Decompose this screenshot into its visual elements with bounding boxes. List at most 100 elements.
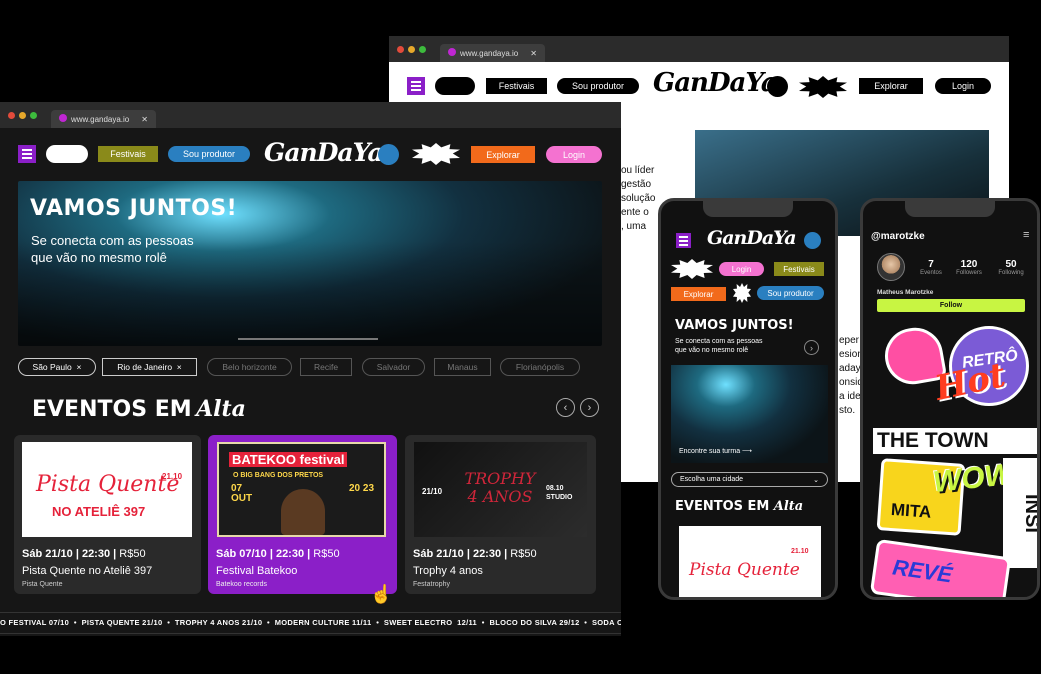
city-chip-florianopolis[interactable]: Florianópolis: [500, 358, 580, 376]
login-button[interactable]: Login: [546, 146, 602, 163]
event-card[interactable]: Pista Quente NO ATELIÊ 397 21.10 Sáb 21/…: [14, 435, 201, 594]
hero-banner[interactable]: VAMOS JUNTOS! Se conecta com as pessoas …: [18, 181, 602, 346]
starburst-icon: [671, 259, 713, 279]
search-icon[interactable]: [378, 144, 399, 165]
explorar-button[interactable]: Explorar: [859, 78, 923, 94]
phone-mockup-profile: @marotzke ≡ 7 Eventos 120 Followers 50 F…: [860, 198, 1040, 600]
minimize-dot-icon[interactable]: [19, 111, 26, 119]
maximize-dot-icon[interactable]: [30, 111, 37, 119]
gandaya-logo[interactable]: GanDaYa: [264, 138, 384, 167]
hero-title: VAMOS JUNTOS!: [30, 196, 238, 221]
poster-face-image: [281, 489, 325, 535]
city-chip-manaus[interactable]: Manaus: [434, 358, 491, 376]
hero-image[interactable]: Encontre sua turma ⟶: [671, 365, 828, 463]
hero-arrow-button[interactable]: ›: [804, 340, 819, 355]
section-title: EVENTOS EM Alta: [675, 499, 804, 514]
login-button[interactable]: Login: [719, 262, 764, 276]
hero-subtitle-2: que vão no mesmo rolê: [675, 347, 749, 354]
festivais-button[interactable]: Festivais: [774, 262, 824, 276]
menu-icon[interactable]: [407, 77, 425, 95]
follow-button[interactable]: Follow: [877, 299, 1025, 312]
event-poster: BATEKOO festival O BIG BANG DOS PRETOS 0…: [217, 442, 386, 537]
main-browser-tab[interactable]: www.gandaya.io ✕: [51, 110, 156, 128]
tab-close-icon[interactable]: ✕: [141, 115, 148, 124]
login-button[interactable]: Login: [935, 78, 991, 94]
hamburger-menu-icon[interactable]: ≡: [1023, 229, 1029, 241]
city-chip-salvador[interactable]: Salvador: [362, 358, 425, 376]
tab-close-icon[interactable]: ✕: [530, 49, 537, 58]
sticker-collage: RETRÔ Hot THE TOWN MITA WOW INSI REVÉ: [863, 316, 1037, 597]
section-title: EVENTOS EM Alta: [32, 396, 246, 422]
explorar-button[interactable]: Explorar: [671, 287, 726, 301]
carousel-next-button[interactable]: ›: [580, 398, 599, 417]
carousel-prev-button[interactable]: ‹: [556, 398, 575, 417]
explorar-button[interactable]: Explorar: [471, 146, 535, 163]
main-navbar: Festivais Sou produtor GanDaYa Explorar …: [0, 128, 621, 180]
menu-icon[interactable]: [676, 233, 691, 248]
gandaya-logo[interactable]: GanDaYa: [653, 68, 778, 98]
sou-produtor-button[interactable]: Sou produtor: [168, 146, 250, 162]
sticker-revel: REVÉ: [869, 538, 1012, 597]
close-dot-icon[interactable]: [397, 45, 404, 53]
event-producer: Batekoo records: [216, 581, 267, 588]
poster-title: Pista Quente: [689, 560, 800, 580]
phone-notch: [905, 201, 995, 217]
phone-mockup-home: GanDaYa Login Festivais Explorar Sou pro…: [658, 198, 838, 600]
avatar[interactable]: [877, 253, 905, 281]
event-name: Trophy 4 anos: [413, 565, 483, 577]
city-chip-belo-horizonte[interactable]: Belo horizonte: [207, 358, 292, 376]
sou-produtor-button[interactable]: Sou produtor: [757, 286, 824, 300]
event-poster: TROPHY 4 ANOS 21/10 08.10 STUDIO: [414, 442, 587, 537]
tab-url: www.gandaya.io: [460, 49, 519, 58]
event-poster[interactable]: Pista Quente 21.10: [679, 526, 821, 597]
menu-icon[interactable]: [18, 145, 36, 163]
poster-venue: 08.10 STUDIO: [546, 485, 573, 501]
poster-subtitle: NO ATELIÊ 397: [52, 504, 146, 519]
city-select[interactable]: Escolha uma cidade ⌄: [671, 472, 828, 487]
city-chip-recife[interactable]: Recife: [300, 358, 352, 376]
event-card[interactable]: BATEKOO festival O BIG BANG DOS PRETOS 0…: [208, 435, 397, 594]
maximize-dot-icon[interactable]: [419, 45, 426, 53]
search-icon[interactable]: [767, 76, 788, 97]
close-dot-icon[interactable]: [8, 111, 15, 119]
sticker-ins: INSI: [1003, 458, 1037, 568]
event-price: R$50: [510, 548, 537, 560]
minimize-dot-icon[interactable]: [408, 45, 415, 53]
back-browser-tab[interactable]: www.gandaya.io ✕: [440, 44, 545, 62]
section-title-text: EVENTOS EM: [32, 397, 192, 422]
event-poster: Pista Quente NO ATELIÊ 397 21.10: [22, 442, 192, 537]
stat-following: 50 Following: [998, 259, 1024, 276]
event-datetime: Sáb 21/10 | 22:30 | R$50: [413, 548, 537, 560]
hero-subtitle-2: que vão no mesmo rolê: [31, 250, 167, 265]
event-card[interactable]: TROPHY 4 ANOS 21/10 08.10 STUDIO Sáb 21/…: [405, 435, 596, 594]
gandaya-logo[interactable]: GanDaYa: [707, 227, 797, 249]
starburst-icon: [412, 143, 460, 165]
event-producer: Pista Quente: [22, 581, 63, 588]
search-icon[interactable]: [804, 232, 821, 249]
poster-date: 21/10: [422, 487, 443, 496]
starburst-icon: [799, 76, 847, 98]
sou-produtor-button[interactable]: Sou produtor: [557, 78, 639, 94]
back-side-text: ou líder gestão solução ente o , uma: [621, 165, 656, 232]
site-favicon-icon: [59, 114, 67, 122]
festivais-button[interactable]: Festivais: [98, 146, 158, 162]
chevron-down-icon: ⌄: [813, 477, 819, 484]
city-chip-rio-de-janeiro[interactable]: Rio de Janeiro ×: [102, 358, 197, 376]
back-window-chrome: www.gandaya.io ✕: [389, 36, 1009, 62]
profile-handle: @marotzke: [871, 231, 925, 242]
events-ticker[interactable]: O FESTIVAL 07/10 • PISTA QUENTE 21/10 • …: [0, 612, 621, 634]
event-price: R$50: [119, 548, 146, 560]
event-name: Pista Quente no Ateliê 397: [22, 565, 153, 577]
poster-year: 20 23: [349, 483, 375, 494]
event-name: Festival Batekoo: [216, 565, 298, 577]
festivais-button[interactable]: Festivais: [486, 78, 547, 94]
stat-events: 7 Eventos: [920, 259, 942, 276]
phone-notch: [703, 201, 793, 217]
poster-date: 21.10: [791, 548, 809, 555]
carousel-indicator[interactable]: [238, 338, 378, 340]
sticker-the-town: THE TOWN: [873, 428, 1037, 454]
blob-logo-icon: [435, 77, 475, 95]
main-browser-window: www.gandaya.io ✕ Festivais Sou produtor …: [0, 102, 621, 636]
blob-logo-icon: [46, 145, 88, 163]
city-chip-sao-paulo[interactable]: São Paulo ×: [18, 358, 96, 376]
